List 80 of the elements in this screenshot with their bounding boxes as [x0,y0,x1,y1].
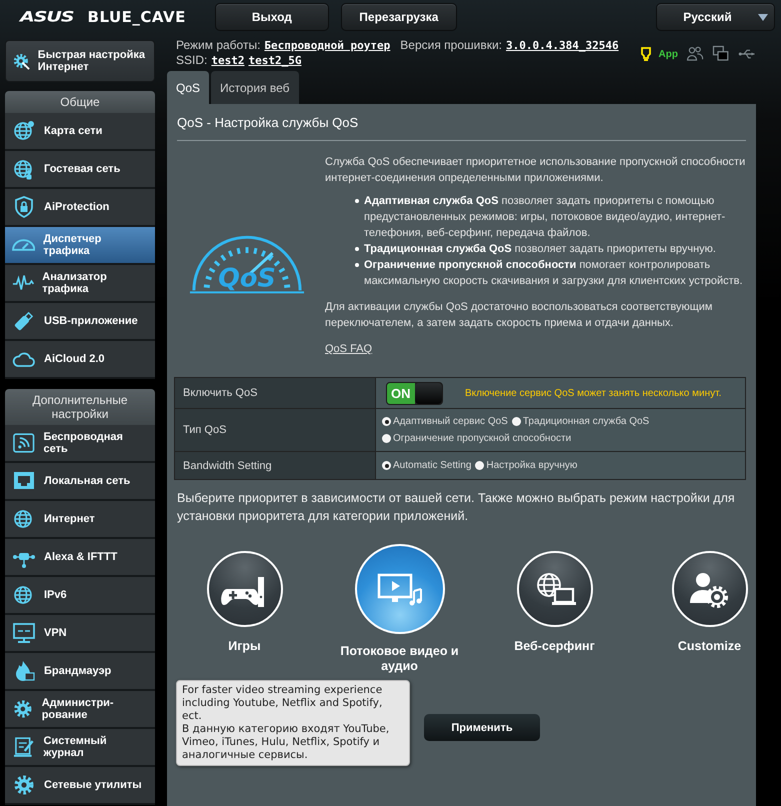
sidebar-item[interactable]: AiProtection [5,189,155,227]
gear-icon [12,773,36,797]
field-label: Режим работы: [176,38,260,52]
setting-label: Bandwidth Setting [175,452,376,479]
radio-label[interactable]: Automatic Setting [393,457,472,474]
field-label: Версия прошивки: [400,38,502,52]
radio-label[interactable]: Настройка вручную [486,457,578,474]
category-label: Игры [227,639,262,654]
speedometer-logo: QoS [188,214,306,296]
radio-label[interactable]: Адаптивный сервис QoS [393,413,508,430]
sidebar-item[interactable]: Интернет [5,501,155,539]
sidebar-item[interactable]: Гостевая сеть [5,151,155,189]
app-link[interactable]: App [658,48,678,60]
sidebar-item[interactable]: Alexa & IFTTT [5,539,155,577]
ssid-link[interactable]: test2_5G [248,54,302,66]
reboot-button[interactable]: Перезагрузка [340,3,457,31]
faq-link[interactable]: QoS FAQ [325,343,372,355]
sidebar-item[interactable]: Локальная сеть [5,463,155,501]
radio-button[interactable] [512,417,521,426]
tab[interactable]: QoS [167,71,210,104]
bullet-icon [355,247,359,251]
sidebar-item[interactable]: Сетевые утилиты [5,767,155,805]
sidebar-item[interactable]: Беспроводная сеть [5,425,155,463]
ssid-link[interactable]: test2 [211,54,244,66]
shield-lock-icon [12,195,36,219]
usb-stick-icon [12,309,36,333]
section-header: Общие [5,91,155,113]
priority-hint-text: Выберите приоритет в зависимости от вашей сети. Также можно выбрать режим настройки для установки приоритета для категории приложений. [176,490,736,525]
setting-label: Тип QoS [175,409,376,452]
document-pen-icon [12,735,36,759]
tooltip-text: В данную категорию входят YouTube, Vimeo, iTunes, Hulu, Netflix, Spotify и аналогичные сервисы. [182,723,390,762]
model-name: BLUE_CAVE [88,8,186,26]
radio-label[interactable]: Традиционная служба QoS [522,413,650,430]
operation-mode-link[interactable]: Беспроводной роутер [264,38,390,52]
setting-label: Включить QoS [175,378,376,409]
copy-icon[interactable] [712,45,730,63]
description-text: Для активации службы QoS достаточно воспользоваться соответствующим переключателем, а затем задать скорость приема и отдачи данных. [325,300,714,331]
people-icon[interactable] [686,45,704,63]
caret-down-icon [758,14,768,20]
sidebar-item[interactable]: Карта сети [5,113,155,151]
panel-title: QoS - Настройка службы QoS [176,114,360,130]
radio-label[interactable]: Ограничение пропускной способности [393,430,572,447]
sidebar-item[interactable]: IPv6 [5,577,155,615]
category-label: Потоковое видео и аудио [340,644,460,674]
bullet-text: Адаптивная служба QoS позволяет задать приоритеты с помощью предустановленных режимов: игры, потоковое видео/аудио, интернет-телефония, веб-серфинг, передача файлов. [364,194,726,241]
field-label: SSID: [176,53,208,67]
gauge-icon [12,239,36,251]
wifi-icon [12,431,36,455]
quick-setup-button[interactable]: Быстрая настройка Интернет [5,40,155,82]
sidebar-item[interactable]: Брандмауэр [5,653,155,691]
bullet-icon [355,263,359,267]
lightbulb-icon[interactable] [640,47,651,61]
sidebar-item[interactable]: AiCloud 2.0 [5,341,155,379]
sidebar-item[interactable]: Администри-рование [5,691,155,729]
category-label: Веб-серфинг [513,639,596,654]
globe-pin-icon [12,119,36,143]
category-label: Customize [676,639,742,654]
sidebar-item[interactable]: USB-приложение [5,303,155,341]
monitor-icon [12,621,36,645]
firmware-version-link[interactable]: 3.0.0.4.384_32546 [506,38,619,52]
apply-button[interactable]: Применить [424,714,540,741]
sidebar-item[interactable]: VPN [5,615,155,653]
radio-button[interactable] [382,417,391,426]
radio-button[interactable] [382,434,391,443]
radio-button[interactable] [382,461,391,470]
bullet-text: Ограничение пропускной способности помогает контролировать максимальную скорость скачивания и загрузки для клиентских устройств. [364,258,744,289]
bullet-icon [355,199,359,203]
warning-note: Включение сервис QoS может занять несколько минут. [465,387,722,401]
description-text: Служба QoS обеспечивает приоритетное использование пропускной способности интернет-соединения определенными приложениями. [325,155,746,186]
logout-button[interactable]: Выход [214,3,329,31]
language-dropdown[interactable]: Русский [656,3,775,31]
sidebar-item[interactable]: Диспетчер трафика [5,227,155,265]
brand-logo: ASUS [20,8,74,26]
tab[interactable]: История веб [211,71,299,104]
tooltip-text: For faster video streaming experience including Youtube, Netflix and Spotify, ect. [182,684,384,723]
radio-button[interactable] [475,461,484,470]
section-header: Дополнительные настройки [5,389,155,425]
sidebar-item[interactable]: Анализатор трафика [5,265,155,303]
sidebar-item[interactable]: Системный журнал [5,729,155,767]
bullet-text: Традиционная служба QoS позволяет задать приоритеты вручную. [364,242,716,257]
